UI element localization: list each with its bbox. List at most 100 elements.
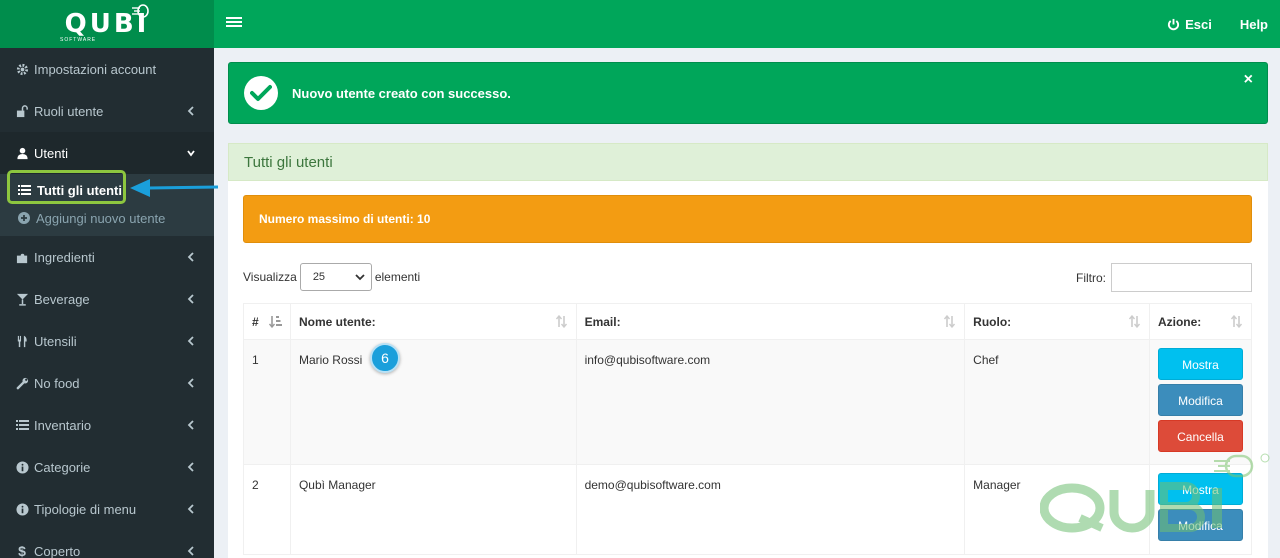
cell-actions: Mostra Modifica	[1148, 464, 1253, 555]
glass-icon	[15, 292, 29, 306]
sidebar-item-label: Inventario	[34, 417, 92, 433]
sidebar-item-utensili[interactable]: Utensili	[0, 320, 214, 362]
chevron-left-icon	[187, 462, 194, 472]
help-link[interactable]: Help	[1240, 17, 1268, 32]
sort-icon	[1128, 315, 1141, 328]
filter-label: Filtro:	[1076, 270, 1106, 285]
puzzle-icon	[15, 250, 29, 264]
chevron-left-icon	[187, 294, 194, 304]
sidebar-item-label: Ruoli utente	[34, 103, 104, 119]
sidebar-item-ingredienti[interactable]: Ingredienti	[0, 236, 214, 278]
edit-button[interactable]: Modifica	[1157, 384, 1243, 416]
length-prefix-label: Visualizza	[243, 270, 297, 284]
logout-label: Esci	[1185, 16, 1212, 32]
delete-button[interactable]: Cancella	[1157, 420, 1243, 452]
chevron-left-icon	[187, 420, 194, 430]
cell-email: demo@qubisoftware.com	[575, 464, 966, 555]
sidebar-item-tipologie-di-menu[interactable]: Tipologie di menu	[0, 488, 214, 530]
box-title: Tutti gli utenti	[228, 143, 1268, 181]
column-header-ruolo[interactable]: Ruolo:	[964, 303, 1150, 340]
plus-circle-icon	[18, 212, 30, 224]
page-length-select[interactable]: 25	[299, 263, 372, 291]
tutorial-highlight-box	[7, 170, 126, 204]
filter-input[interactable]	[1111, 263, 1252, 292]
sidebar-item-beverage[interactable]: Beverage	[0, 278, 214, 320]
logo-subtitle: SOFTWARE	[60, 37, 97, 43]
table-row: 2 Qubì Manager demo@qubisoftware.com Man…	[243, 464, 1253, 555]
logout-button[interactable]: Esci	[1167, 17, 1212, 32]
length-suffix-label: elementi	[374, 270, 421, 284]
cell-email: info@qubisoftware.com	[575, 339, 966, 465]
tutorial-arrow-icon	[130, 179, 219, 197]
help-label: Help	[1239, 16, 1268, 32]
top-navbar: QUBI SOFTWARE Esci Help	[0, 0, 1280, 48]
sidebar: Impostazioni account Ruoli utente Utenti…	[0, 48, 214, 558]
sort-icon	[555, 315, 567, 328]
sidebar-item-label: Ingredienti	[34, 249, 95, 265]
power-icon	[1168, 18, 1180, 30]
show-button[interactable]: Mostra	[1157, 348, 1243, 380]
info-icon	[15, 460, 29, 474]
sidebar-subitem-label: Aggiungi nuovo utente	[36, 210, 166, 226]
column-header-nome-utente[interactable]: Nome utente:	[289, 303, 577, 340]
cell-role: Chef	[964, 339, 1150, 465]
app-logo[interactable]: QUBI SOFTWARE	[0, 0, 214, 48]
sort-icon	[1230, 315, 1243, 328]
cutlery-icon	[15, 334, 29, 348]
chevron-left-icon	[187, 336, 194, 346]
sidebar-item-label: Tipologie di menu	[34, 501, 137, 517]
sidebar-item-coperto[interactable]: $ Coperto	[0, 530, 214, 558]
sidebar-item-label: Utensili	[34, 333, 77, 349]
unlock-icon	[15, 104, 29, 118]
sort-ascending-icon	[268, 316, 282, 328]
chevron-down-icon	[355, 274, 365, 281]
sidebar-item-ruoli-utente[interactable]: Ruoli utente	[0, 90, 214, 132]
chevron-down-icon	[187, 150, 195, 157]
cell-actions: Mostra Modifica Cancella	[1148, 339, 1253, 465]
user-icon	[15, 146, 29, 160]
cell-name: Mario Rossi	[289, 339, 577, 465]
success-alert: Nuovo utente creato con successo. ×	[228, 62, 1268, 124]
logo-mark-icon	[132, 4, 149, 18]
column-header-azione[interactable]: Azione:	[1148, 303, 1253, 340]
page-length-control: Visualizza 25 elementi	[243, 263, 420, 291]
sort-icon	[944, 315, 956, 328]
page-length-value: 25	[312, 271, 326, 283]
info-icon	[15, 502, 29, 516]
edit-button[interactable]: Modifica	[1157, 509, 1243, 541]
sidebar-toggle-button[interactable]	[226, 15, 242, 31]
table-filter: Filtro:	[1076, 263, 1252, 292]
wrench-icon	[15, 376, 29, 390]
sidebar-item-label: Categorie	[34, 459, 91, 475]
chevron-left-icon	[187, 378, 194, 388]
cell-id: 2	[243, 464, 291, 555]
table-header-row: # Nome utente: Email: Ruolo: Azione:	[243, 303, 1253, 340]
max-users-warning: Numero massimo di utenti: 10	[243, 195, 1252, 243]
sidebar-item-label: Utenti	[34, 145, 68, 161]
close-icon[interactable]: ×	[1244, 71, 1253, 89]
chevron-left-icon	[187, 252, 194, 262]
column-header-id[interactable]: #	[243, 303, 291, 340]
sidebar-item-impostazioni-account[interactable]: Impostazioni account	[0, 48, 214, 90]
check-circle-icon	[244, 76, 278, 110]
cell-id: 1	[243, 339, 291, 465]
users-table: # Nome utente: Email: Ruolo: Azione: 1 M…	[243, 303, 1253, 555]
sidebar-item-categorie[interactable]: Categorie	[0, 446, 214, 488]
sidebar-item-utenti[interactable]: Utenti	[0, 132, 214, 174]
sidebar-item-label: Beverage	[34, 291, 90, 307]
list-icon	[15, 418, 29, 432]
column-header-email[interactable]: Email:	[575, 303, 966, 340]
chevron-left-icon	[187, 504, 194, 514]
sidebar-item-label: Coperto	[34, 543, 81, 558]
cell-name: Qubì Manager	[289, 464, 577, 555]
sidebar-subitem-aggiungi-nuovo-utente[interactable]: Aggiungi nuovo utente	[0, 204, 214, 232]
step-number-badge: 6	[370, 343, 400, 373]
chevron-left-icon	[187, 106, 194, 116]
alert-message: Nuovo utente creato con successo.	[292, 85, 511, 101]
sidebar-item-label: No food	[34, 375, 80, 391]
show-button[interactable]: Mostra	[1157, 473, 1243, 505]
chevron-left-icon	[187, 546, 194, 556]
sidebar-item-no-food[interactable]: No food	[0, 362, 214, 404]
sidebar-item-inventario[interactable]: Inventario	[0, 404, 214, 446]
dollar-icon: $	[18, 543, 26, 558]
